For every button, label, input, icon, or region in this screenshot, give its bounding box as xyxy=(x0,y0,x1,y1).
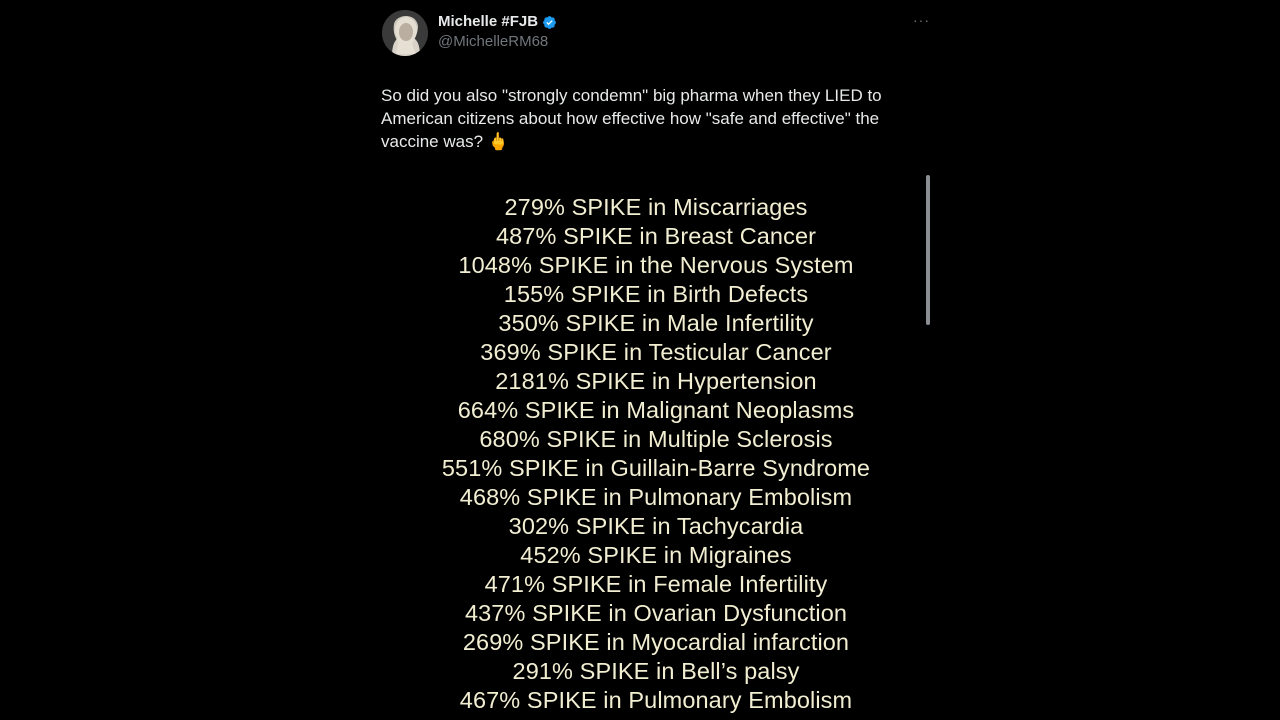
media-text-line: 269% SPIKE in Myocardial infarction xyxy=(462,629,850,655)
display-name[interactable]: Michelle #FJB xyxy=(438,12,538,32)
media-text-line: 437% SPIKE in Ovarian Dysfunction xyxy=(464,600,848,626)
avatar[interactable] xyxy=(382,10,428,56)
media-text-line: 302% SPIKE in Tachycardia xyxy=(508,513,804,539)
media-text-line: 155% SPIKE in Birth Defects xyxy=(503,281,809,307)
name-row: Michelle #FJB xyxy=(438,12,557,32)
media-text-line: 551% SPIKE in Guillain-Barre Syndrome xyxy=(441,455,871,481)
media-text-line: 467% SPIKE in Pulmonary Embolism xyxy=(459,687,853,713)
tweet-media-image[interactable]: 279% SPIKE in Miscarriages 487% SPIKE in … xyxy=(380,175,932,720)
media-text-line: 487% SPIKE in Breast Cancer xyxy=(495,223,817,249)
media-text-line: 2181% SPIKE in Hypertension xyxy=(495,368,817,394)
media-text-list: 279% SPIKE in Miscarriages 487% SPIKE in … xyxy=(380,193,932,715)
media-text-line: 680% SPIKE in Multiple Sclerosis xyxy=(479,426,833,452)
avatar-image xyxy=(382,10,428,56)
screen: Michelle #FJB @MichelleRM68 ··· So did y… xyxy=(0,0,1280,720)
author-block: Michelle #FJB @MichelleRM68 xyxy=(438,12,557,52)
more-options-icon[interactable]: ··· xyxy=(913,12,930,28)
media-text-line: 471% SPIKE in Female Infertility xyxy=(484,571,828,597)
media-text-line: 468% SPIKE in Pulmonary Embolism xyxy=(459,484,853,510)
tweet-text: So did you also "strongly condemn" big p… xyxy=(381,86,882,151)
media-text-line: 452% SPIKE in Migraines xyxy=(520,542,792,568)
media-text-line: 291% SPIKE in Bell’s palsy xyxy=(512,658,800,684)
media-text-line: 350% SPIKE in Male Infertility xyxy=(498,310,814,336)
media-text-line: 369% SPIKE in Testicular Cancer xyxy=(480,339,832,365)
user-handle[interactable]: @MichelleRM68 xyxy=(438,32,557,52)
tweet[interactable]: Michelle #FJB @MichelleRM68 ··· So did y… xyxy=(380,0,932,720)
verified-badge-icon xyxy=(542,15,557,30)
media-text-line: 279% SPIKE in Miscarriages xyxy=(504,194,808,220)
media-text-line: 1048% SPIKE in the Nervous System xyxy=(458,252,854,278)
media-text-line: 664% SPIKE in Malignant Neoplasms xyxy=(457,397,855,423)
media-scrollbar[interactable] xyxy=(926,175,930,325)
